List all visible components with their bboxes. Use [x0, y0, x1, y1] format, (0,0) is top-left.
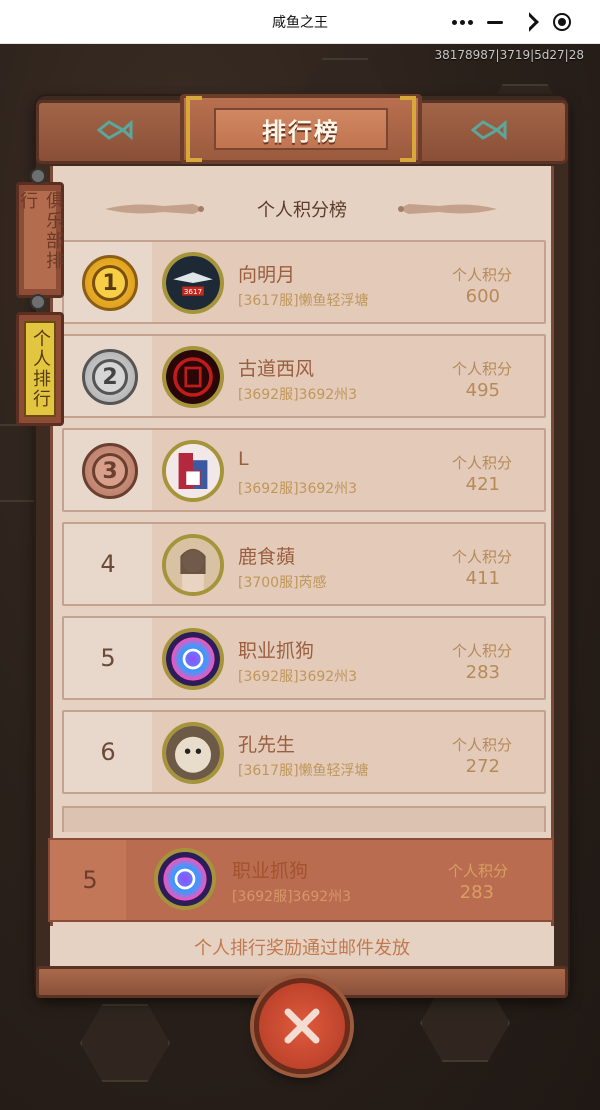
my-rank-cell: 5: [50, 840, 126, 920]
leaderboard-row[interactable]: 5 职业抓狗 [3692服]3692州3 个人积分 283: [62, 616, 546, 700]
my-player-name: 职业抓狗: [232, 860, 309, 882]
tab-pin-icon: [30, 294, 46, 310]
avatar[interactable]: [162, 440, 224, 502]
medal-rank: 2: [92, 359, 128, 395]
leaderboard-row[interactable]: 6 孔先生 [3617服]懒鱼轻浮塘 个人积分 272: [62, 710, 546, 794]
rank-cell: 4: [64, 524, 152, 604]
score-value: 600: [465, 286, 500, 307]
gold-bracket-left: [186, 96, 202, 162]
player-name: 向明月: [238, 264, 296, 286]
avatar[interactable]: [162, 534, 224, 596]
avatar[interactable]: 3617: [162, 252, 224, 314]
tab-personal-rank-label: 个人排行: [24, 321, 56, 417]
medal-rank: 1: [92, 265, 128, 301]
svg-text:3617: 3617: [184, 287, 202, 296]
score-value: 421: [465, 474, 500, 495]
player-name: 职业抓狗: [238, 640, 315, 662]
rank-number: 4: [100, 550, 116, 578]
player-name: 鹿食蘋: [238, 546, 296, 568]
capsule-menu: [438, 6, 586, 38]
rank-cell: 6: [64, 712, 152, 792]
avatar[interactable]: [162, 722, 224, 784]
player-server: [3700服]芮感: [238, 575, 327, 591]
tab-pin-icon: [30, 168, 46, 184]
avatar-seal-icon: [166, 350, 220, 404]
title-plaque: 排行榜: [180, 94, 422, 164]
gold-medal-icon: 1: [82, 255, 138, 311]
hex-tile: [80, 1004, 170, 1082]
restore-button[interactable]: [515, 8, 543, 36]
restore-icon: [518, 12, 539, 32]
reward-note: 个人排行奖励通过邮件发放: [50, 926, 554, 966]
my-score-label: 个人积分: [447, 862, 508, 880]
leaderboard-row[interactable]: 4 鹿食蘋 [3700服]芮感 个人积分 411: [62, 522, 546, 606]
tab-club-rank-label: 俱乐部排行: [17, 191, 64, 289]
avatar-swirl-icon: [158, 852, 212, 906]
bronze-medal-icon: 3: [82, 443, 138, 499]
score-label: 个人积分: [451, 360, 512, 378]
score-label: 个人积分: [451, 642, 512, 660]
avatar-photo-icon: [166, 538, 220, 592]
rank-cell: 2: [64, 336, 152, 416]
leaderboard-row-partial[interactable]: [62, 806, 546, 832]
score-value: 283: [465, 662, 500, 683]
server-info: 38178987|3719|5d27|28: [434, 48, 584, 62]
close-miniprogram-button[interactable]: [548, 8, 576, 36]
score-label: 个人积分: [451, 548, 512, 566]
leaderboard-row[interactable]: 3 L [3692服]3692州3 个人积分 421: [62, 428, 546, 512]
board-title: 排行榜: [214, 108, 388, 150]
player-server: [3692服]3692州3: [238, 669, 358, 685]
rank-cell: 3: [64, 430, 152, 510]
silver-medal-icon: 2: [82, 349, 138, 405]
player-name: 古道西风: [238, 358, 315, 380]
player-server: [3692服]3692州3: [238, 387, 358, 403]
score-label: 个人积分: [451, 454, 512, 472]
rank-number: 6: [100, 738, 116, 766]
minimize-button[interactable]: [481, 8, 509, 36]
leaderboard-row[interactable]: 2 古道西风 [3692服]3692州3 个人积分 495: [62, 334, 546, 418]
my-score-value: 283: [459, 882, 494, 903]
score-value: 272: [465, 756, 500, 777]
tab-club-rank[interactable]: 俱乐部排行: [16, 182, 64, 298]
avatar-eagle-icon: 3617: [166, 256, 220, 310]
score-value: 495: [465, 380, 500, 401]
avatar-character-icon: [166, 444, 220, 498]
my-player-server: [3692服]3692州3: [232, 889, 352, 905]
rank-cell: 1: [64, 242, 152, 322]
avatar-swirl-icon: [166, 632, 220, 686]
score-label: 个人积分: [451, 736, 512, 754]
more-dots-icon: [451, 19, 473, 25]
rank-cell: 5: [64, 618, 152, 698]
more-options-button[interactable]: [448, 8, 476, 36]
score-label: 个人积分: [451, 266, 512, 284]
minus-icon: [487, 20, 504, 24]
player-server: [3692服]3692州3: [238, 481, 358, 497]
gold-bracket-right: [400, 96, 416, 162]
score-value: 411: [465, 568, 500, 589]
avatar-sheep-icon: [166, 726, 220, 780]
fish-emblem-icon: [470, 119, 507, 141]
player-name: L: [238, 448, 249, 470]
header-fish-right-icon: [398, 204, 497, 214]
rank-number: 5: [100, 644, 116, 672]
medal-rank: 3: [92, 453, 128, 489]
mini-program-titlebar: 咸鱼之王: [0, 0, 600, 44]
avatar[interactable]: [162, 628, 224, 690]
player-name: 孔先生: [238, 734, 296, 756]
my-avatar[interactable]: [154, 848, 216, 910]
avatar[interactable]: [162, 346, 224, 408]
leaderboard-row[interactable]: 1 3617 向明月 [3617服]懒鱼轻浮塘 个人积分 600: [62, 240, 546, 324]
tab-personal-rank[interactable]: 个人排行: [16, 312, 64, 426]
close-button[interactable]: [254, 978, 350, 1074]
player-server: [3617服]懒鱼轻浮塘: [238, 293, 369, 309]
my-rank-number: 5: [82, 866, 98, 894]
player-server: [3617服]懒鱼轻浮塘: [238, 763, 369, 779]
close-x-icon: [284, 1008, 320, 1044]
target-icon: [552, 13, 571, 31]
fish-emblem-icon: [96, 119, 133, 141]
my-rank-bar: 5 职业抓狗 [3692服]3692州3 个人积分 283: [48, 838, 554, 922]
